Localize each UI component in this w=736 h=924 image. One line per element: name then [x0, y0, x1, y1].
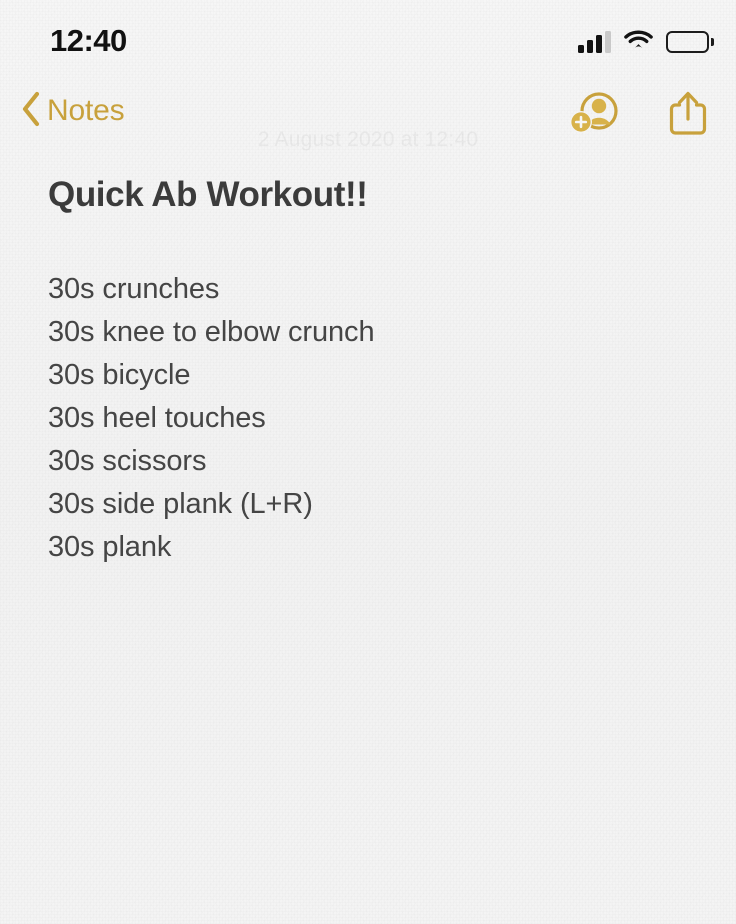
note-body[interactable]: 30s crunches 30s knee to elbow crunch 30… [48, 268, 688, 569]
signal-bar-3 [596, 34, 602, 53]
battery-icon [666, 30, 714, 53]
note-line: 30s knee to elbow crunch [48, 316, 375, 348]
notes-app-screen: 12:40 Notes 2 August 2020 at 12:40 Quick… [0, 0, 736, 924]
note-line: 30s side plank (L+R) [48, 488, 313, 520]
note-line: 30s bicycle [48, 359, 191, 391]
note-line: 30s plank [48, 531, 172, 563]
note-date: 2 August 2020 at 12:40 [257, 128, 479, 151]
status-bar: 12:40 [0, 0, 736, 82]
signal-bar-1 [578, 44, 584, 53]
signal-bar-4 [605, 30, 611, 53]
battery-cap [711, 37, 714, 46]
signal-bar-2 [587, 39, 593, 53]
cellular-signal-icon [578, 30, 611, 53]
status-bar-time: 12:40 [50, 23, 127, 58]
note-line: 30s heel touches [48, 402, 266, 434]
chevron-left-icon [20, 90, 42, 133]
note-line: 30s crunches [48, 273, 220, 305]
note-title: Quick Ab Workout!! [48, 175, 368, 214]
note-line: 30s scissors [48, 445, 207, 477]
status-bar-indicators [578, 28, 714, 55]
back-button-label: Notes [47, 94, 125, 127]
battery-body [666, 30, 709, 53]
wifi-icon [624, 28, 653, 55]
